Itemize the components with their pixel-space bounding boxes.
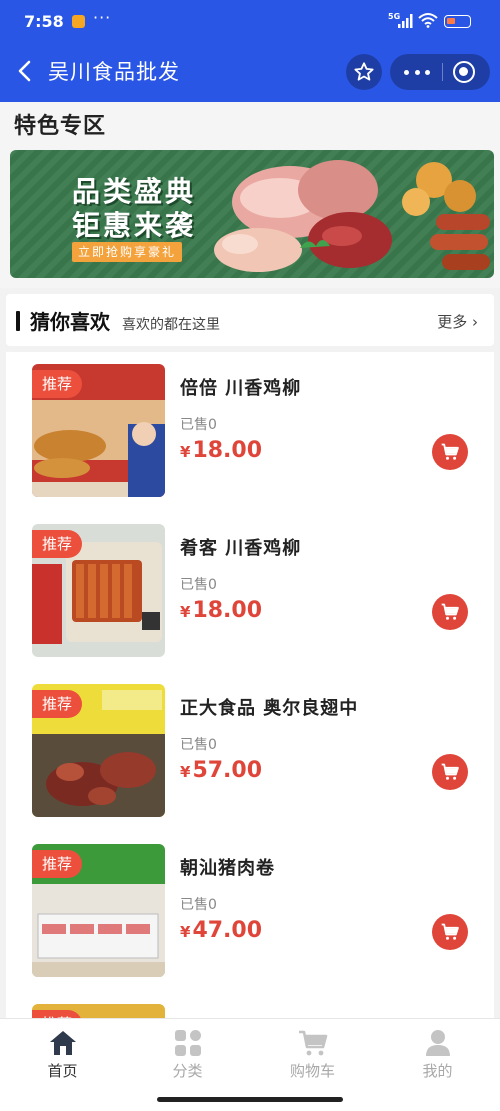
product-name: 正大食品 奥尔良翅中	[180, 698, 359, 719]
product-name: 肴客 川香鸡柳	[180, 538, 302, 559]
status-more-icon: ···	[93, 8, 112, 27]
cart-icon	[441, 603, 459, 620]
guess-title: 猜你喜欢	[30, 310, 110, 334]
back-icon[interactable]	[12, 57, 40, 85]
product-price: ¥57.00	[180, 758, 263, 783]
star-icon	[354, 62, 374, 81]
more-dots-icon[interactable]	[404, 64, 430, 80]
tab-label: 分类	[172, 1062, 203, 1080]
product-image[interactable]: 推荐	[32, 364, 165, 497]
tab-home[interactable]: 首页	[0, 1029, 125, 1089]
tab-label: 首页	[47, 1062, 78, 1080]
more-link[interactable]: 更多 ›	[437, 311, 478, 332]
page-title: 吴川食品批发	[48, 60, 180, 84]
tab-cart[interactable]: 购物车	[250, 1029, 375, 1089]
banner-cta: 立即抢购享豪礼	[72, 242, 183, 262]
user-icon	[425, 1030, 450, 1056]
recommend-tag: 推荐	[32, 370, 83, 398]
tab-profile[interactable]: 我的	[375, 1029, 500, 1089]
product-item[interactable]: 推荐 正大食品 奥尔良翅中 已售0 ¥57.00	[6, 672, 494, 832]
meat-photo	[214, 160, 490, 272]
product-item[interactable]: 推荐 肴客 川香鸡柳 已售0 ¥18.00	[6, 512, 494, 672]
product-price: ¥18.00	[180, 438, 263, 463]
guess-header: 猜你喜欢 喜欢的都在这里 更多 ›	[6, 294, 494, 346]
top-header: 7:58 ··· 5G 吴川食品批发	[0, 0, 500, 102]
sold-count: 已售0	[180, 417, 217, 433]
close-miniapp-icon[interactable]	[453, 61, 475, 83]
wifi-icon	[418, 13, 438, 28]
cart-icon	[441, 923, 459, 940]
guess-subtitle: 喜欢的都在这里	[122, 317, 220, 333]
cart-icon	[441, 763, 459, 780]
app-notification-icon	[72, 15, 85, 28]
tab-label: 我的	[422, 1062, 453, 1080]
recommend-tag: 推荐	[32, 850, 83, 878]
navigation-bar: 吴川食品批发	[0, 44, 500, 102]
product-image[interactable]: 推荐	[32, 684, 165, 817]
status-bar: 7:58 ··· 5G	[0, 0, 500, 44]
grid-icon	[174, 1030, 201, 1056]
home-icon	[49, 1031, 76, 1055]
add-to-cart-button[interactable]	[432, 754, 468, 790]
tab-category[interactable]: 分类	[125, 1029, 250, 1089]
battery-icon	[444, 15, 471, 28]
cart-icon	[298, 1030, 327, 1056]
product-item[interactable]: 推荐 倍倍 川香鸡柳 已售0 ¥18.00	[6, 352, 494, 512]
special-zone: 特色专区 品类盛典 钜惠来袭 立即抢购享豪礼	[0, 102, 500, 288]
miniapp-capsule	[390, 54, 490, 90]
product-list: 推荐 倍倍 川香鸡柳 已售0 ¥18.00 推荐 肴客 川香鸡柳 已售0 ¥18…	[6, 352, 494, 1032]
product-image[interactable]: 推荐	[32, 524, 165, 657]
recommend-tag: 推荐	[32, 690, 83, 718]
cart-icon	[441, 443, 459, 460]
add-to-cart-button[interactable]	[432, 594, 468, 630]
product-name: 倍倍 川香鸡柳	[180, 378, 302, 399]
capsule-divider	[442, 63, 443, 81]
banner-subheadline: 钜惠来袭	[72, 209, 197, 242]
product-item[interactable]: 推荐 朝汕猪肉卷 已售0 ¥47.00	[6, 832, 494, 992]
add-to-cart-button[interactable]	[432, 434, 468, 470]
status-time: 7:58	[24, 12, 64, 31]
signal-icon	[398, 14, 413, 28]
product-image[interactable]: 推荐	[32, 844, 165, 977]
tab-label: 购物车	[289, 1062, 335, 1080]
sold-count: 已售0	[180, 897, 217, 913]
product-price: ¥18.00	[180, 598, 263, 623]
product-price: ¥47.00	[180, 918, 263, 943]
section-title: 特色专区	[14, 114, 107, 139]
sold-count: 已售0	[180, 577, 217, 593]
product-name: 朝汕猪肉卷	[180, 858, 275, 879]
favorite-button[interactable]	[346, 54, 382, 90]
recommend-tag: 推荐	[32, 530, 83, 558]
add-to-cart-button[interactable]	[432, 914, 468, 950]
title-bar-decoration	[16, 311, 20, 331]
promo-banner[interactable]: 品类盛典 钜惠来袭 立即抢购享豪礼	[10, 150, 494, 278]
sold-count: 已售0	[180, 737, 217, 753]
home-indicator	[157, 1097, 343, 1102]
